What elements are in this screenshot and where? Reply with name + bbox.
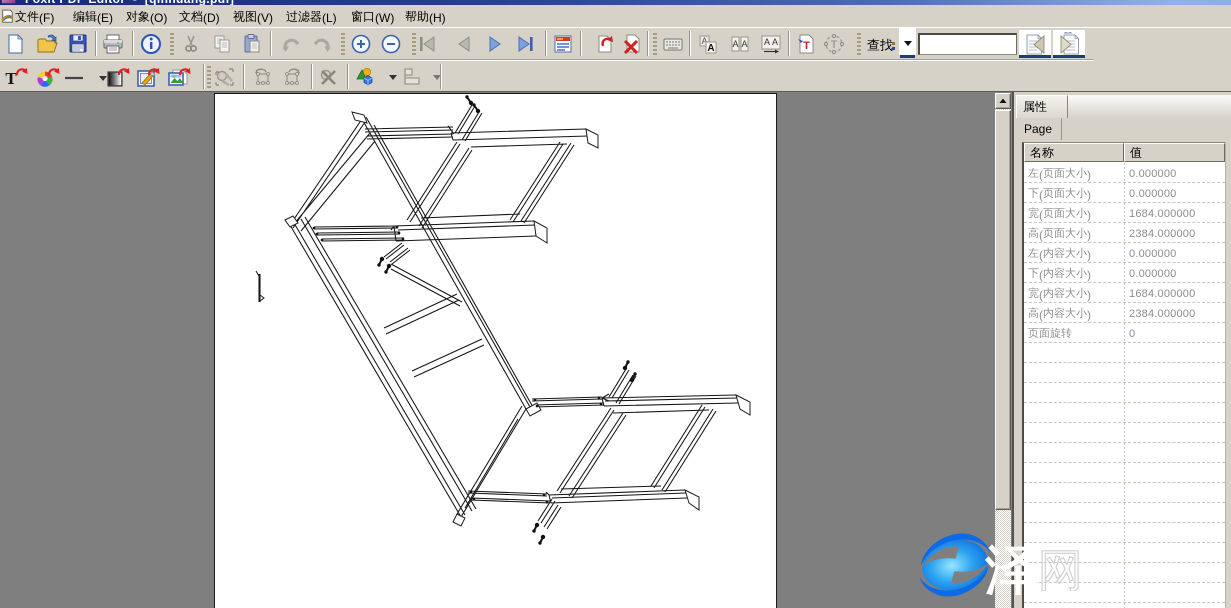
svg-text:A: A [732, 39, 738, 49]
svg-text:A: A [772, 37, 778, 47]
svg-text:A: A [741, 39, 747, 49]
svg-text:T: T [5, 69, 17, 88]
svg-text:T: T [803, 40, 810, 52]
svg-text:T: T [831, 39, 838, 51]
svg-text:A: A [707, 43, 714, 54]
svg-text:A: A [764, 37, 770, 47]
